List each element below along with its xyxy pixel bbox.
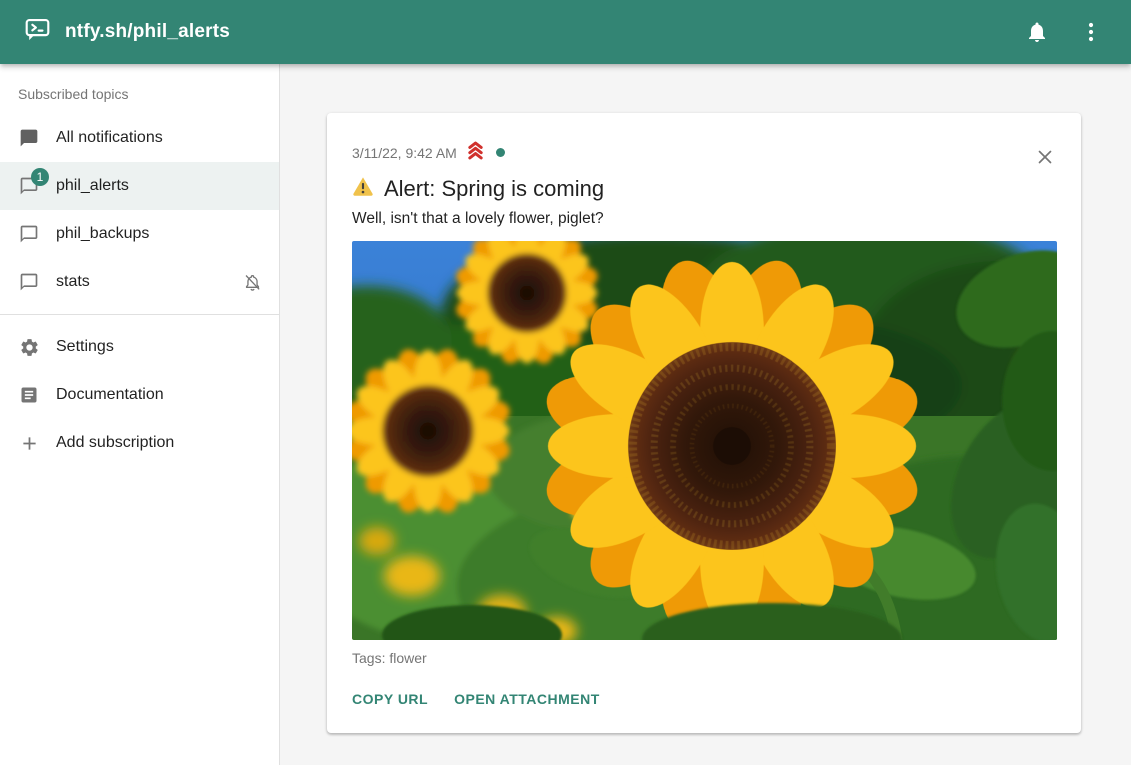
sidebar-item-settings[interactable]: Settings [0,323,279,371]
sidebar-item-label: Documentation [56,386,263,404]
sidebar-item-label: phil_alerts [56,177,263,195]
app-bar: ntfy.sh/phil_alerts [0,0,1131,64]
app-title: ntfy.sh/phil_alerts [65,21,230,43]
notifications-off-icon [241,271,263,293]
notification-timestamp: 3/11/22, 9:42 AM [352,145,457,161]
sidebar-item-phil-backups[interactable]: phil_backups [0,210,279,258]
notifications-bell-button[interactable] [1015,10,1059,54]
sidebar-item-label: phil_backups [56,225,263,243]
gear-icon [18,336,40,358]
attachment-image[interactable] [352,241,1057,640]
sidebar-item-stats[interactable]: stats [0,258,279,306]
main-content: 3/11/22, 9:42 AM [281,64,1131,765]
unread-count-badge: 1 [31,168,49,186]
copy-url-button[interactable]: COPY URL [352,687,428,711]
close-icon [1035,147,1055,167]
sidebar-item-label: stats [56,273,225,291]
sidebar-divider [0,314,279,315]
notifications-bell-icon [1025,20,1049,44]
open-attachment-button[interactable]: OPEN ATTACHMENT [454,687,600,711]
triple-chevron-up-icon [465,139,486,166]
overflow-menu-button[interactable] [1069,10,1113,54]
chat-bubble-icon [18,271,40,293]
chat-bubble-icon [18,223,40,245]
sidebar-item-label: All notifications [56,129,263,147]
notification-actions: COPY URL OPEN ATTACHMENT [352,687,1057,711]
notification-tags: Tags: flower [352,650,1057,666]
chat-bubble-icon: 1 [18,175,40,197]
unread-dot [496,148,505,157]
sidebar-item-label: Add subscription [56,434,263,452]
sidebar-item-add-subscription[interactable]: Add subscription [0,419,279,467]
sidebar-item-phil-alerts[interactable]: 1 phil_alerts [0,162,279,210]
sidebar-item-label: Settings [56,338,263,356]
sidebar-item-documentation[interactable]: Documentation [0,371,279,419]
notification-body: Well, isn't that a lovely flower, piglet… [352,210,1057,228]
warning-triangle-icon [352,175,374,203]
more-vert-icon [1079,20,1103,44]
article-icon [18,384,40,406]
sidebar-section-label: Subscribed topics [18,86,279,102]
sidebar-item-all-notifications[interactable]: All notifications [0,114,279,162]
close-notification-button[interactable] [1027,139,1063,175]
sidebar: Subscribed topics All notifications 1 ph… [0,64,280,765]
chat-bubble-filled-icon [18,127,40,149]
ntfy-logo-icon [24,16,51,48]
notification-card: 3/11/22, 9:42 AM [327,113,1081,733]
notification-title: Alert: Spring is coming [352,175,1057,203]
notification-meta: 3/11/22, 9:42 AM [352,139,1057,166]
plus-icon [18,432,40,454]
